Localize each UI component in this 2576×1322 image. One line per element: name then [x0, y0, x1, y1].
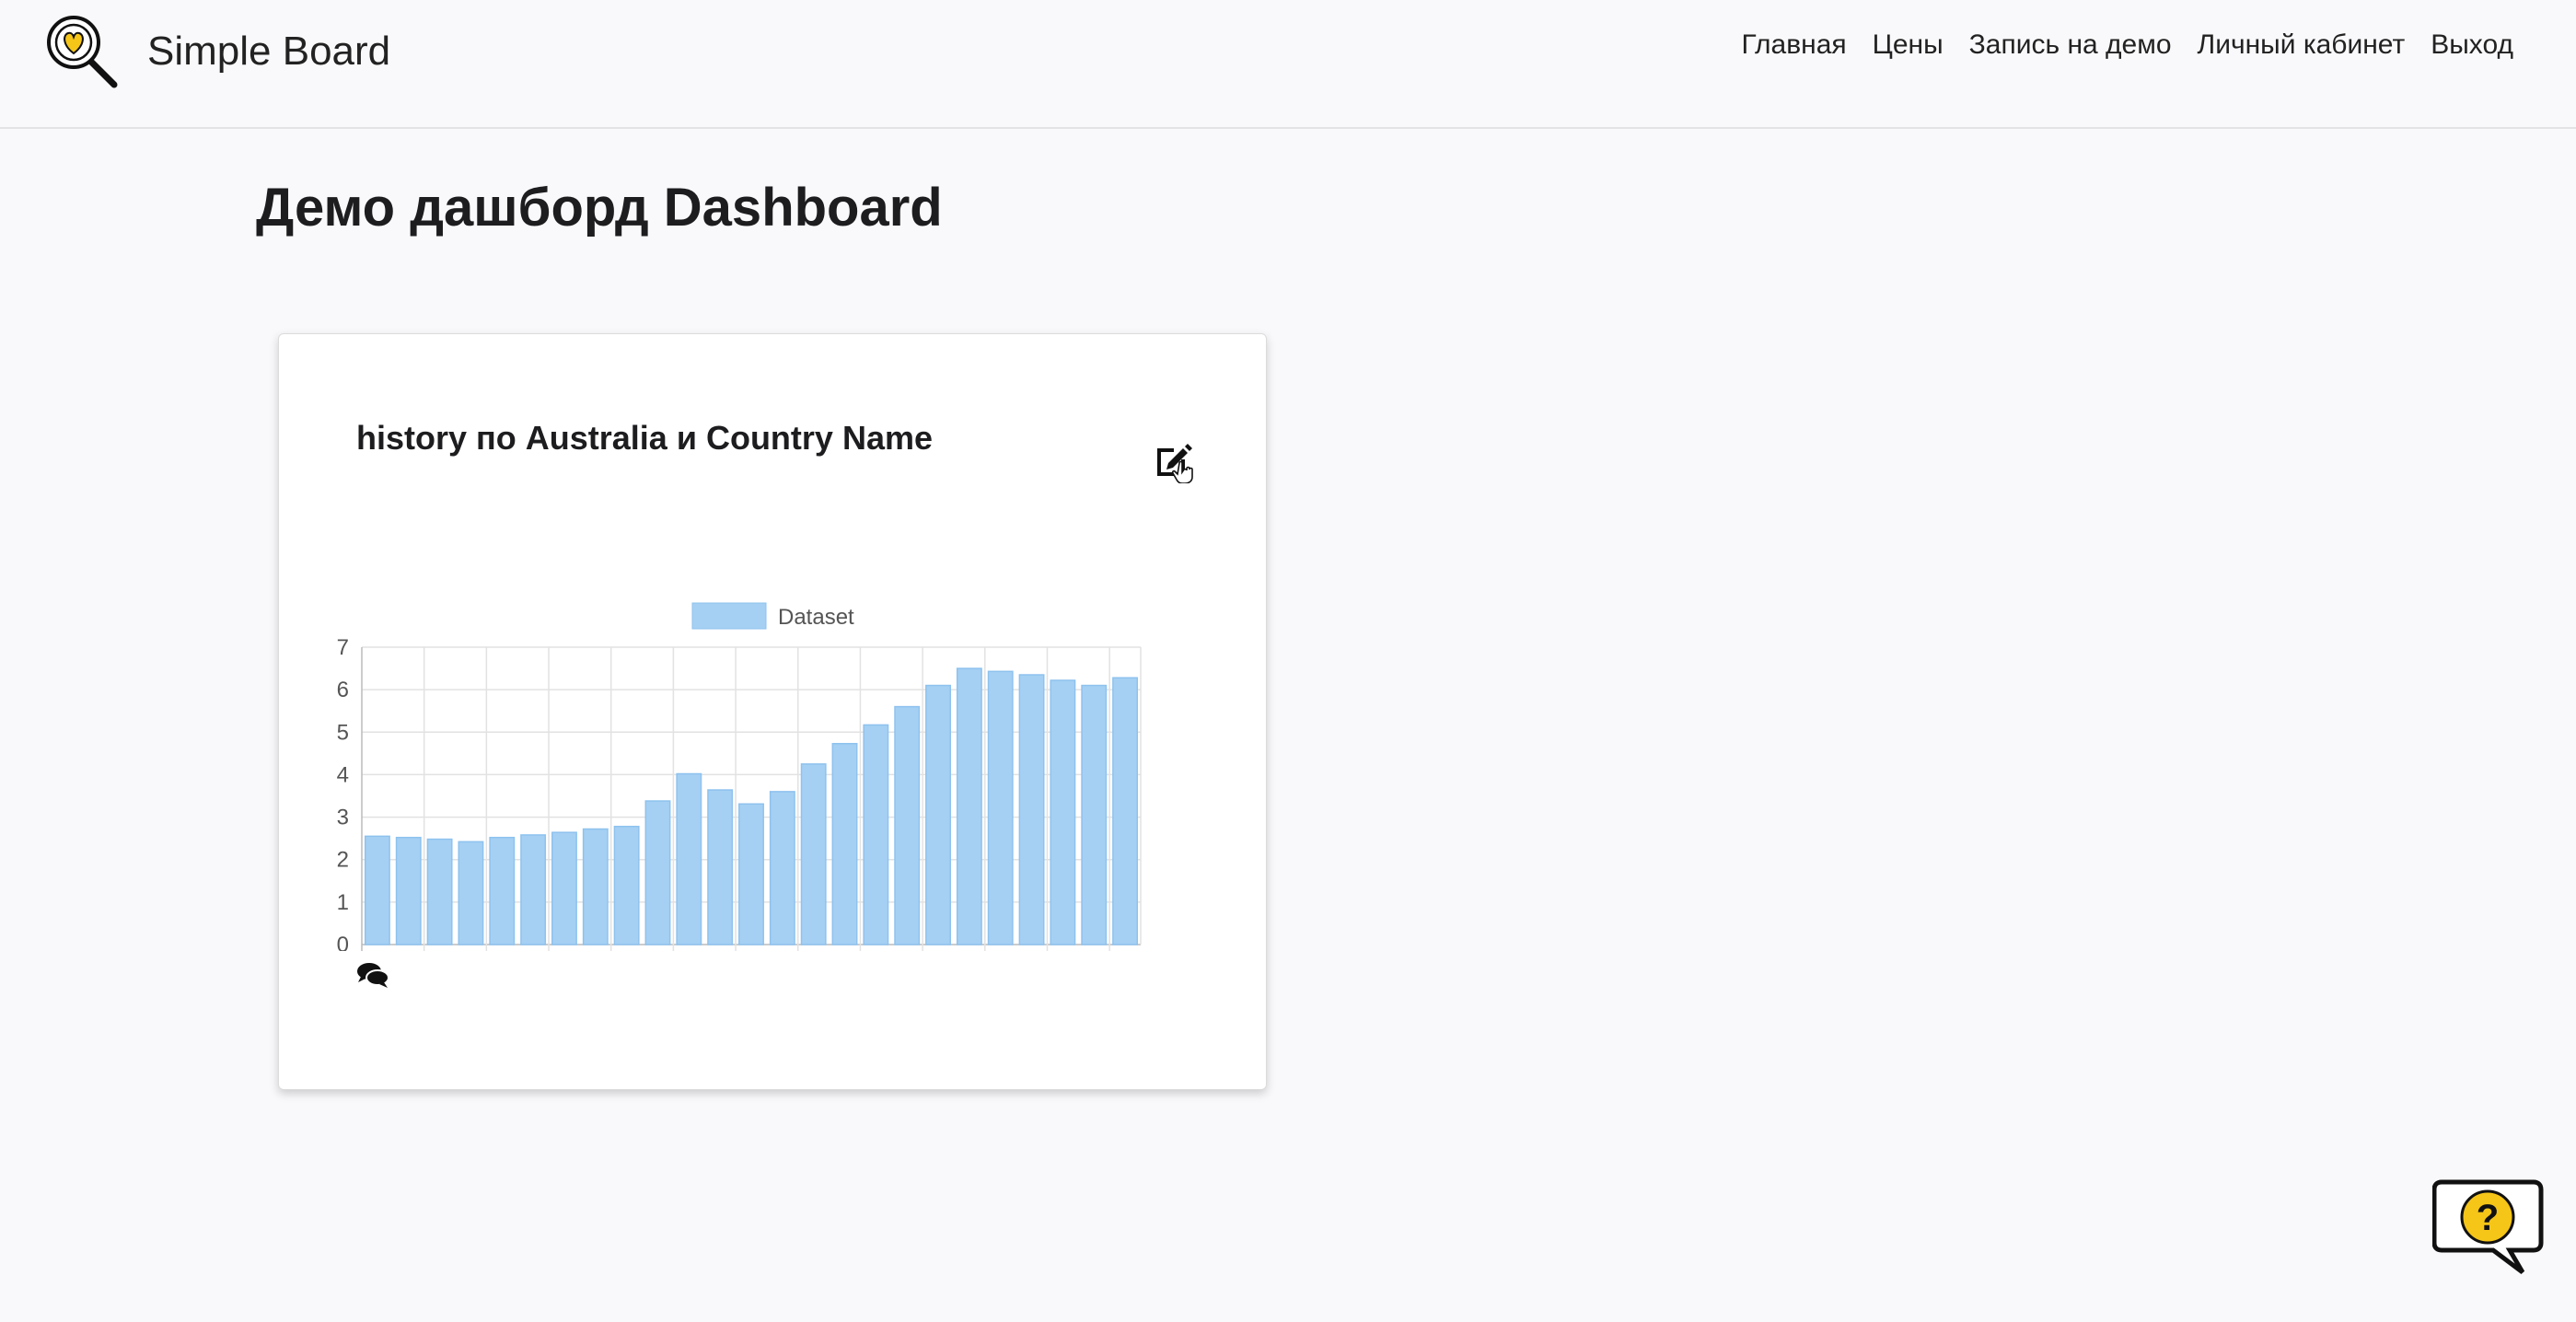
brand[interactable]: Simple Board — [44, 13, 390, 90]
page-title: Демо дашборд Dashboard — [256, 178, 943, 238]
bar[interactable] — [520, 834, 547, 945]
bar[interactable] — [863, 724, 889, 945]
bar[interactable] — [987, 670, 1014, 945]
bar[interactable] — [395, 836, 422, 945]
y-tick-label: 2 — [337, 848, 349, 873]
y-axis-ticks: 0 1 2 3 4 5 6 7 — [337, 635, 349, 951]
bar[interactable] — [831, 742, 858, 945]
comments-icon[interactable] — [356, 960, 389, 990]
legend-label: Dataset — [778, 605, 854, 630]
y-tick-label: 7 — [337, 635, 349, 660]
help-bubble-icon[interactable]: ? — [2432, 1178, 2545, 1280]
bar[interactable] — [738, 803, 764, 945]
bar[interactable] — [426, 838, 453, 945]
bar[interactable] — [644, 800, 671, 945]
bar[interactable] — [458, 841, 484, 945]
nav-account[interactable]: Личный кабинет — [2198, 29, 2406, 61]
nav-demo-booking[interactable]: Запись на демо — [1969, 29, 2172, 61]
bar[interactable] — [1018, 674, 1045, 945]
svg-text:?: ? — [2477, 1198, 2499, 1238]
nav-home[interactable]: Главная — [1741, 29, 1846, 61]
bar-chart: Dataset 01234567 19951997199920012003200… — [337, 602, 1142, 951]
bar[interactable] — [364, 835, 390, 945]
chart-bars — [364, 667, 1139, 945]
bar[interactable] — [707, 789, 734, 945]
y-tick-label: 0 — [337, 933, 349, 951]
bar[interactable] — [676, 772, 702, 945]
y-tick-label: 6 — [337, 678, 349, 702]
nav-links: Главная Цены Запись на демо Личный кабин… — [1741, 29, 2513, 61]
magnifier-heart-icon — [47, 16, 118, 88]
bar[interactable] — [894, 705, 921, 945]
bar[interactable] — [1081, 684, 1108, 945]
bar[interactable] — [800, 763, 827, 945]
nav-prices[interactable]: Цены — [1873, 29, 1944, 61]
nav-logout[interactable]: Выход — [2431, 29, 2513, 61]
legend-swatch — [691, 602, 767, 630]
bar[interactable] — [925, 684, 951, 945]
bar[interactable] — [769, 791, 795, 945]
chart-card: history по Australia и Country Name Data… — [278, 333, 1267, 1090]
y-tick-label: 4 — [337, 762, 349, 787]
bar[interactable] — [1112, 677, 1139, 945]
chart-legend: Dataset — [691, 602, 854, 630]
brand-name[interactable]: Simple Board — [147, 29, 390, 75]
bar[interactable] — [613, 825, 640, 945]
bar[interactable] — [956, 667, 982, 945]
edit-icon[interactable] — [1152, 435, 1200, 483]
card-title: history по Australia и Country Name — [356, 419, 933, 457]
y-tick-label: 5 — [337, 720, 349, 745]
bar[interactable] — [582, 828, 609, 945]
bar[interactable] — [489, 836, 516, 945]
y-tick-label: 3 — [337, 806, 349, 830]
bar[interactable] — [551, 831, 577, 945]
navbar: Simple Board Главная Цены Запись на демо… — [0, 0, 2576, 129]
y-tick-label: 1 — [337, 890, 349, 915]
bar[interactable] — [1050, 679, 1076, 945]
